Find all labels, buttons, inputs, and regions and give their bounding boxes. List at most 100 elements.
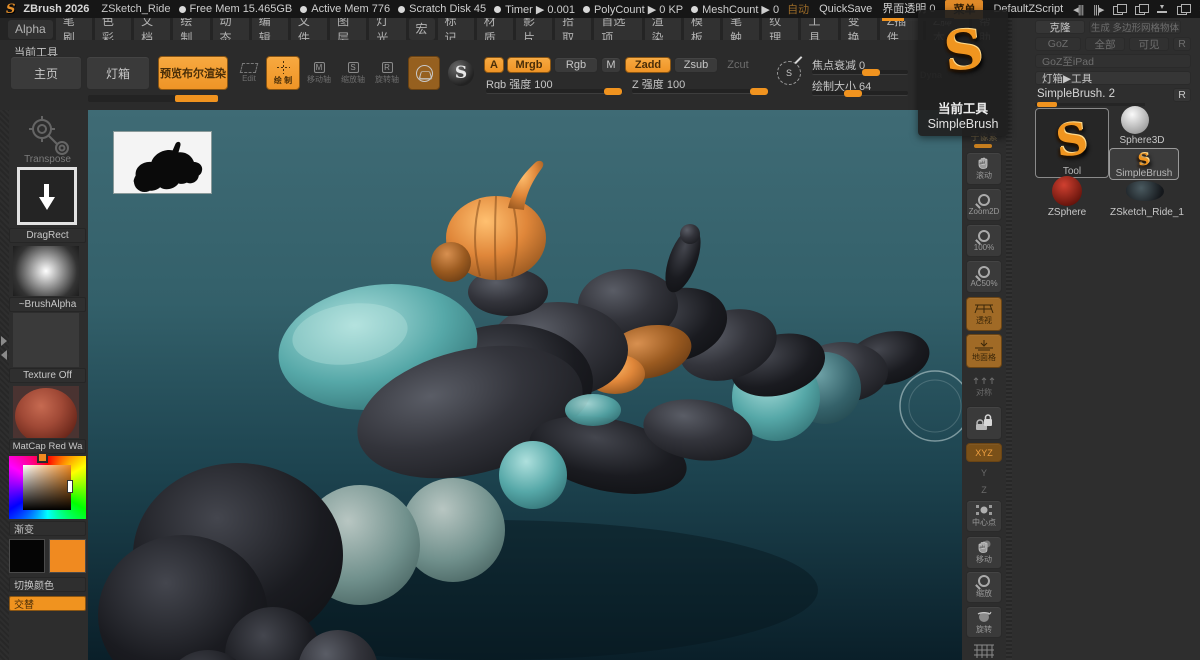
- restore-window-icon[interactable]: [1177, 4, 1189, 14]
- move-camera-button[interactable]: 移动: [966, 536, 1002, 569]
- sv-selector[interactable]: [67, 480, 73, 493]
- rotate-camera-button[interactable]: 旋转: [966, 606, 1002, 638]
- edit-button[interactable]: Edit: [234, 56, 264, 90]
- make-polymesh-button[interactable]: 生成 多边形网格物体: [1089, 20, 1181, 34]
- clone-tool-button[interactable]: 克隆: [1035, 20, 1085, 34]
- stat-scratch-disk: Scratch Disk 45: [398, 3, 486, 15]
- stroke-dragrect-tile[interactable]: [17, 167, 77, 225]
- menu-alpha[interactable]: Alpha: [8, 20, 53, 39]
- ui-opacity-handle[interactable]: [882, 18, 904, 21]
- subpixel-slider-handle[interactable]: [974, 144, 992, 148]
- material-button[interactable]: S: [444, 56, 478, 90]
- floor-grid-icon: [974, 339, 994, 351]
- active-tool-name[interactable]: SimpleBrush. 2: [1037, 88, 1115, 100]
- mode-zcut-button[interactable]: Zcut: [721, 57, 755, 73]
- goz-button[interactable]: GoZ: [1035, 37, 1081, 51]
- z-intensity-slider[interactable]: [632, 89, 768, 94]
- grid-options-button[interactable]: [966, 642, 1002, 660]
- home-button[interactable]: 主页: [10, 56, 82, 90]
- store-config-icon[interactable]: [1113, 4, 1125, 14]
- rotate-sphere-icon: [976, 610, 992, 623]
- z-intensity-handle[interactable]: [750, 88, 768, 95]
- mode-mrgb-button[interactable]: Mrgb: [507, 57, 551, 73]
- active-tool-slot[interactable]: S Tool: [1035, 108, 1109, 178]
- draw-size-handle[interactable]: [844, 90, 862, 97]
- texture-label: Texture Off: [9, 368, 86, 383]
- mode-m-button[interactable]: M: [601, 57, 621, 73]
- rgb-intensity-slider[interactable]: [486, 89, 623, 94]
- goz-visible-button[interactable]: 可见: [1129, 37, 1169, 51]
- stroke-button[interactable]: S: [773, 56, 805, 90]
- shelf-scroll-handle[interactable]: [175, 95, 218, 102]
- color-picker[interactable]: [9, 456, 86, 519]
- quicksave-button[interactable]: QuickSave: [819, 3, 872, 15]
- move-gizmo-button[interactable]: M 移动轴: [304, 56, 334, 90]
- focal-shift-handle[interactable]: [862, 69, 880, 76]
- draw-size-slider[interactable]: [812, 91, 908, 96]
- texture-off-tile[interactable]: [13, 313, 79, 367]
- canvas-viewport[interactable]: [88, 110, 962, 660]
- goz-all-button[interactable]: 全部: [1085, 37, 1125, 51]
- stat-polycount: PolyCount ▶ 0 KP: [583, 3, 683, 16]
- goz-ipad-button[interactable]: GoZ至iPad: [1035, 54, 1191, 68]
- zsphere-thumb[interactable]: [1052, 176, 1082, 206]
- collapse-tray-icon[interactable]: [1, 350, 7, 360]
- antialiased-half-button[interactable]: AC50%: [966, 260, 1002, 293]
- left-divider-strip[interactable]: [0, 110, 9, 660]
- gyro-button[interactable]: [408, 56, 440, 90]
- scroll-canvas-button[interactable]: 滚动: [966, 152, 1002, 185]
- zoom2d-button[interactable]: Zoom2D: [966, 188, 1002, 221]
- rotate-gizmo-button[interactable]: R 旋转轴: [372, 56, 402, 90]
- switch-color-button[interactable]: 切换颜色: [9, 577, 86, 592]
- simplebrush-slot[interactable]: S SimpleBrush: [1109, 148, 1179, 180]
- preview-boolean-button[interactable]: 预览布尔渲染: [158, 56, 228, 90]
- rotate-xyz-button[interactable]: XYZ: [966, 443, 1002, 462]
- minimize-icon[interactable]: [1157, 5, 1167, 14]
- shelf-scroll-slider[interactable]: [88, 95, 218, 102]
- rotate-y-button[interactable]: Y: [966, 466, 1002, 480]
- zoom3d-button[interactable]: 缩放: [966, 571, 1002, 603]
- mode-zadd-button[interactable]: Zadd: [625, 57, 671, 73]
- lightbox-button[interactable]: 灯箱: [86, 56, 150, 90]
- rotate-z-button[interactable]: Z: [966, 483, 1002, 497]
- sphere3d-thumb[interactable]: [1121, 106, 1149, 134]
- focal-shift-slider[interactable]: [812, 70, 908, 75]
- goz-r-button[interactable]: R: [1173, 37, 1191, 51]
- gradient-label[interactable]: 渐变: [9, 521, 86, 536]
- floor-grid-button[interactable]: 地面格: [966, 334, 1002, 368]
- hand-pan-icon: [976, 156, 992, 169]
- draw-button[interactable]: 绘 制: [266, 56, 300, 90]
- hue-selector[interactable]: [37, 452, 48, 463]
- actual-size-button[interactable]: 100%: [966, 224, 1002, 257]
- sculpt-canvas[interactable]: [88, 110, 962, 660]
- brush-alpha-tile[interactable]: [13, 246, 79, 296]
- alternate-button[interactable]: 交替: [9, 596, 86, 611]
- expand-tray-icon[interactable]: [1, 336, 7, 346]
- local-symmetry-button[interactable]: 对称: [966, 371, 1002, 403]
- scale-gizmo-button[interactable]: S 缩放轴: [338, 56, 368, 90]
- tool-slider-handle[interactable]: [1037, 102, 1057, 107]
- transpose-icon[interactable]: [22, 114, 72, 156]
- collapse-left-tray-icon[interactable]: ◂|||: [1073, 3, 1083, 16]
- mode-rgb-button[interactable]: Rgb: [554, 57, 598, 73]
- menu-macro[interactable]: 宏: [409, 18, 435, 40]
- mode-zsub-button[interactable]: Zsub: [674, 57, 718, 73]
- collapse-right-tray-icon[interactable]: |||▸: [1093, 3, 1103, 16]
- zsketch-ride-thumb[interactable]: [1126, 181, 1164, 201]
- lightbox-tool-button[interactable]: 灯箱▶工具: [1035, 71, 1191, 85]
- mode-a-button[interactable]: A: [484, 57, 504, 73]
- material-tile[interactable]: [13, 386, 79, 438]
- zbrush-logo-icon: S: [6, 3, 15, 16]
- zbrush-window: S ZBrush 2026 ZSketch_Ride Free Mem 15.4…: [0, 0, 1200, 660]
- tool-r-button[interactable]: R: [1173, 88, 1191, 102]
- color-picker-sv-square[interactable]: [23, 465, 71, 510]
- frame-center-button[interactable]: 中心点: [966, 500, 1002, 532]
- lock-camera-button[interactable]: [966, 406, 1002, 440]
- main-color-swatch[interactable]: [9, 539, 45, 573]
- perspective-button[interactable]: 透视: [966, 297, 1002, 331]
- stroke-brush-icon: S: [777, 61, 801, 85]
- stat-timer: Timer ▶ 0.001: [494, 3, 575, 16]
- restore-config-icon[interactable]: [1135, 4, 1147, 14]
- secondary-color-swatch[interactable]: [49, 539, 86, 573]
- rgb-intensity-handle[interactable]: [604, 88, 622, 95]
